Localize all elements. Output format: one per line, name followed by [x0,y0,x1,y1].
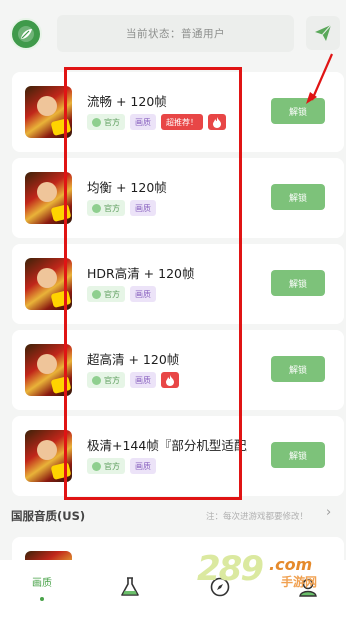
preset-tags: 官方 画质 超推荐！ [87,114,226,130]
section-title: 国服音质(US) [11,509,86,523]
quality-tag: 画质 [130,372,156,388]
nav-label: 画质 [32,578,52,589]
quality-tag: 画质 [130,114,156,130]
game-thumbnail [25,344,72,396]
official-tag: 官方 [87,200,125,216]
section-note: 注：每次进游戏都要修改！ [206,512,309,522]
unlock-button[interactable]: 解锁 [271,442,325,468]
preset-card: 均衡 + 120帧 官方 画质 解锁 [12,158,344,238]
quality-tag: 画质 [130,286,156,302]
preset-tags: 官方 画质 [87,372,179,388]
official-tag: 官方 [87,458,125,474]
official-tag: 官方 [87,372,125,388]
preset-tags: 官方 画质 [87,286,156,302]
preset-title: 均衡 + 120帧 [87,180,167,195]
preset-title: 超高清 + 120帧 [87,352,180,367]
preset-title: 流畅 + 120帧 [87,94,167,109]
preset-card: 流畅 + 120帧 官方 画质 超推荐！ 解锁 [12,72,344,152]
preset-tags: 官方 画质 [87,200,156,216]
chevron-right-icon[interactable]: › [326,505,331,520]
lightning-leaf-icon [18,26,34,42]
official-tag: 官方 [87,114,125,130]
top-bar: 当前状态：普通用户 [0,0,346,64]
send-button[interactable] [306,16,340,50]
leaf-icon [92,117,101,127]
quality-tag: 画质 [130,458,156,474]
nav-item-quality[interactable]: 画质 [22,568,62,608]
flask-icon [121,577,139,596]
preset-card: HDR高清 + 120帧 官方 画质 解锁 [12,244,344,324]
game-thumbnail [25,430,72,482]
unlock-button[interactable]: 解锁 [271,270,325,296]
preset-title: 极清+144帧『部分机型适配』 [87,438,247,453]
section-header[interactable]: 国服音质(US) 注：每次进游戏都要修改！ › [0,504,346,528]
leaf-icon [92,203,101,213]
preset-card: 极清+144帧『部分机型适配』 官方 画质 解锁 [12,416,344,496]
unlock-button[interactable]: 解锁 [271,356,325,382]
game-thumbnail [25,258,72,310]
preset-title: HDR高清 + 120帧 [87,266,195,281]
leaf-icon [92,461,101,471]
nav-item-lab[interactable] [110,568,150,608]
official-tag: 官方 [87,286,125,302]
game-thumbnail [25,86,72,138]
unlock-button[interactable]: 解锁 [271,184,325,210]
fire-icon [161,372,179,388]
unlock-button[interactable]: 解锁 [271,98,325,124]
user-status-label: 当前状态：普通用户 [57,15,294,52]
paper-plane-icon [315,24,332,41]
quality-tag: 画质 [130,200,156,216]
app-logo-button[interactable] [10,18,42,50]
preset-tags: 官方 画质 [87,458,156,474]
game-thumbnail [25,172,72,224]
site-watermark: 289 .com 手游网 [197,549,318,589]
leaf-icon [92,375,101,385]
fire-icon [208,114,226,130]
recommend-tag: 超推荐！ [161,114,203,130]
leaf-icon [92,289,101,299]
preset-card: 超高清 + 120帧 官方 画质 解锁 [12,330,344,410]
active-indicator [40,597,44,601]
